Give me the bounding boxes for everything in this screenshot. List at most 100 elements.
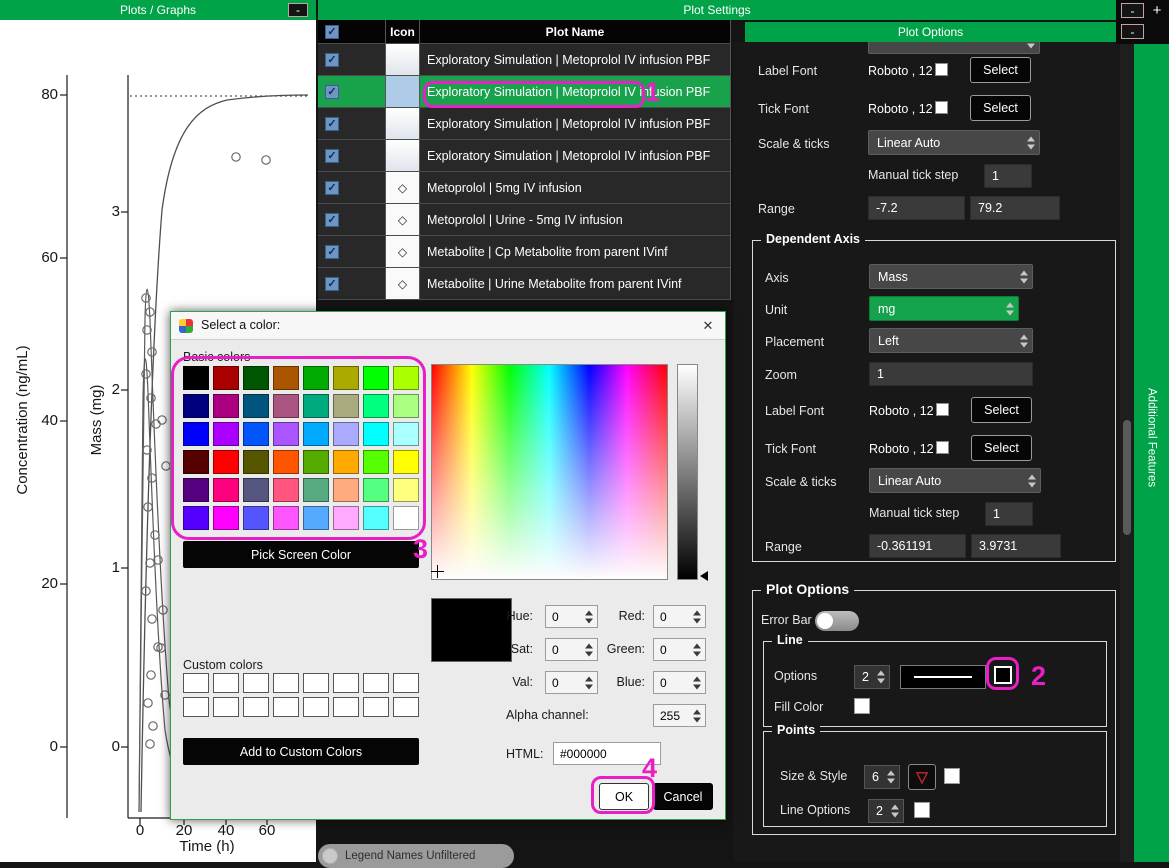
basic-color-swatch[interactable] — [183, 422, 209, 446]
range-max-input[interactable]: 3.9731 — [971, 534, 1061, 558]
placement-dropdown[interactable]: Left — [869, 328, 1033, 353]
basic-color-swatch[interactable] — [303, 366, 329, 390]
basic-color-swatch[interactable] — [303, 450, 329, 474]
table-row[interactable]: ✓◇Metoprolol | Urine - 5mg IV infusion — [318, 204, 731, 236]
basic-color-swatch[interactable] — [183, 506, 209, 530]
add-custom-colors-button[interactable]: Add to Custom Colors — [183, 738, 419, 765]
basic-color-swatch[interactable] — [273, 478, 299, 502]
row-checkbox[interactable]: ✓ — [325, 277, 339, 291]
basic-color-swatch[interactable] — [393, 394, 419, 418]
basic-color-swatch[interactable] — [333, 422, 359, 446]
scrollbar-track[interactable] — [1120, 44, 1134, 862]
label-font-select-button[interactable]: Select — [971, 397, 1032, 423]
basic-color-swatch[interactable] — [303, 394, 329, 418]
basic-color-swatch[interactable] — [333, 366, 359, 390]
table-row[interactable]: ✓Exploratory Simulation | Metoprolol IV … — [318, 44, 731, 76]
custom-color-swatch[interactable] — [303, 673, 329, 693]
row-checkbox[interactable]: ✓ — [325, 117, 339, 131]
custom-color-swatch[interactable] — [183, 697, 209, 717]
label-font-color-checkbox[interactable] — [935, 63, 948, 76]
table-row[interactable]: ✓Exploratory Simulation | Metoprolol IV … — [318, 140, 731, 172]
line-color-swatch[interactable] — [994, 666, 1012, 684]
table-row[interactable]: ✓Exploratory Simulation | Metoprolol IV … — [318, 108, 731, 140]
custom-color-swatch[interactable] — [363, 697, 389, 717]
row-checkbox[interactable]: ✓ — [325, 213, 339, 227]
basic-color-swatch[interactable] — [393, 422, 419, 446]
basic-color-swatch[interactable] — [213, 366, 239, 390]
additional-features-strip[interactable]: Additional Features — [1134, 44, 1169, 862]
cancel-button[interactable]: Cancel — [653, 783, 713, 810]
basic-color-swatch[interactable] — [363, 422, 389, 446]
basic-color-swatch[interactable] — [273, 366, 299, 390]
table-row[interactable]: ✓Exploratory Simulation | Metoprolol IV … — [318, 76, 731, 108]
basic-color-swatch[interactable] — [183, 450, 209, 474]
basic-color-swatch[interactable] — [363, 450, 389, 474]
point-color-swatch[interactable] — [944, 768, 960, 784]
custom-color-swatch[interactable] — [363, 673, 389, 693]
basic-color-swatch[interactable] — [393, 450, 419, 474]
basic-color-swatch[interactable] — [183, 478, 209, 502]
basic-color-swatch[interactable] — [333, 506, 359, 530]
partial-dropdown[interactable] — [868, 42, 1040, 54]
axis-dropdown[interactable]: Mass — [869, 264, 1033, 289]
custom-color-swatch[interactable] — [333, 697, 359, 717]
scale-mode-dropdown[interactable]: Linear Auto — [869, 468, 1041, 493]
point-line-spinner[interactable]: 2 — [868, 799, 904, 823]
row-checkbox[interactable]: ✓ — [325, 245, 339, 259]
tick-font-select-button[interactable]: Select — [971, 435, 1032, 461]
custom-color-swatch[interactable] — [393, 697, 419, 717]
blue-spinbox[interactable]: 0 — [653, 671, 706, 694]
value-slider[interactable] — [677, 364, 698, 580]
basic-color-swatch[interactable] — [273, 394, 299, 418]
custom-color-swatch[interactable] — [183, 673, 209, 693]
value-slider-arrow-icon[interactable] — [700, 571, 708, 581]
manual-tick-step-input[interactable]: 1 — [984, 164, 1032, 188]
basic-color-swatch[interactable] — [303, 422, 329, 446]
point-size-spinner[interactable]: 6 — [864, 765, 900, 789]
basic-color-swatch[interactable] — [243, 506, 269, 530]
custom-color-swatch[interactable] — [333, 673, 359, 693]
hue-saturation-picker[interactable] — [431, 364, 668, 580]
point-line-color-swatch[interactable] — [914, 802, 930, 818]
basic-color-swatch[interactable] — [213, 394, 239, 418]
alpha-spinbox[interactable]: 255 — [653, 704, 706, 727]
custom-color-swatch[interactable] — [243, 673, 269, 693]
minimize-options-button[interactable]: - — [1121, 24, 1144, 39]
basic-color-swatch[interactable] — [363, 394, 389, 418]
basic-color-swatch[interactable] — [243, 478, 269, 502]
zoom-input[interactable]: 1 — [869, 362, 1033, 386]
basic-color-swatch[interactable] — [243, 422, 269, 446]
basic-color-swatch[interactable] — [303, 506, 329, 530]
close-icon[interactable]: ✕ — [697, 316, 719, 336]
custom-color-swatch[interactable] — [213, 673, 239, 693]
html-color-input[interactable]: #000000 — [553, 742, 661, 765]
table-row[interactable]: ✓◇Metabolite | Urine Metabolite from par… — [318, 268, 731, 300]
basic-color-swatch[interactable] — [243, 366, 269, 390]
minimize-settings-button[interactable]: - — [1121, 3, 1144, 18]
scrollbar-thumb[interactable] — [1123, 420, 1131, 535]
basic-color-swatch[interactable] — [333, 394, 359, 418]
range-max-input[interactable]: 79.2 — [970, 196, 1060, 220]
manual-tick-step-input[interactable]: 1 — [985, 502, 1033, 526]
legend-names-toggle[interactable]: Legend Names Unfiltered — [318, 844, 514, 868]
row-checkbox[interactable]: ✓ — [325, 149, 339, 163]
red-spinbox[interactable]: 0 — [653, 605, 706, 628]
custom-color-swatch[interactable] — [273, 697, 299, 717]
basic-color-swatch[interactable] — [393, 366, 419, 390]
basic-color-swatch[interactable] — [183, 394, 209, 418]
custom-color-swatch[interactable] — [273, 673, 299, 693]
basic-color-swatch[interactable] — [363, 366, 389, 390]
select-all-checkbox[interactable]: ✓ — [325, 25, 339, 39]
custom-color-swatch[interactable] — [393, 673, 419, 693]
scale-mode-dropdown[interactable]: Linear Auto — [868, 130, 1040, 155]
table-row[interactable]: ✓◇Metabolite | Cp Metabolite from parent… — [318, 236, 731, 268]
basic-color-swatch[interactable] — [213, 478, 239, 502]
basic-color-swatch[interactable] — [213, 506, 239, 530]
table-row[interactable]: ✓◇Metoprolol | 5mg IV infusion — [318, 172, 731, 204]
dialog-titlebar[interactable]: Select a color: ✕ — [171, 312, 725, 340]
basic-color-swatch[interactable] — [393, 478, 419, 502]
unit-dropdown[interactable]: mg — [869, 296, 1019, 321]
basic-color-swatch[interactable] — [273, 422, 299, 446]
custom-color-swatch[interactable] — [243, 697, 269, 717]
basic-color-swatch[interactable] — [393, 506, 419, 530]
